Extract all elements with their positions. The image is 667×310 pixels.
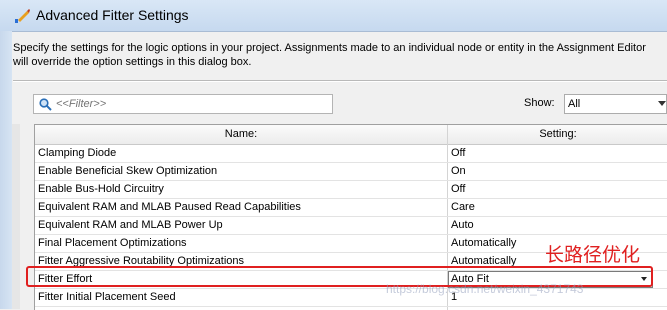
row-name: Equivalent RAM and MLAB Power Up [38, 219, 223, 231]
app-icon [15, 9, 30, 23]
table-row[interactable]: Enable Beneficial Skew Optimization On [35, 163, 667, 181]
table-row[interactable]: Enable Bus-Hold Circuitry Off [35, 181, 667, 199]
row-name: Final Placement Optimizations [38, 237, 187, 249]
show-label: Show: [524, 97, 555, 109]
scrollbar[interactable] [12, 124, 20, 309]
row-name: Clamping Diode [38, 147, 117, 159]
show-dropdown-value: All [568, 98, 581, 110]
title-bar: Advanced Fitter Settings [0, 0, 667, 32]
search-icon [39, 98, 52, 111]
column-header-setting[interactable]: Setting: [448, 128, 667, 140]
filter-input[interactable] [56, 97, 326, 111]
filter-field[interactable] [33, 94, 333, 114]
show-dropdown[interactable]: All [564, 94, 667, 114]
watermark: https://blog.csdn.net/weixin_4371743 [386, 282, 584, 296]
chevron-down-icon [658, 101, 666, 106]
row-setting[interactable]: Auto [451, 219, 474, 231]
row-setting[interactable]: Off [451, 147, 465, 159]
description-text: Specify the settings for the logic optio… [13, 42, 646, 68]
window-frame-left [0, 31, 12, 309]
table-header: Name: Setting: [35, 125, 667, 145]
row-setting[interactable]: Off [451, 183, 465, 195]
table-row[interactable]: Equivalent RAM and MLAB Power Up Auto [35, 217, 667, 235]
annotation-label: 长路径优化 [545, 244, 641, 266]
row-setting[interactable]: On [451, 165, 466, 177]
table-row[interactable]: Clamping Diode Off [35, 145, 667, 163]
divider [13, 80, 667, 82]
column-header-name[interactable]: Name: [35, 128, 447, 140]
row-name: Enable Bus-Hold Circuitry [38, 183, 164, 195]
row-setting[interactable]: Automatically [451, 237, 516, 249]
row-name: Equivalent RAM and MLAB Paused Read Capa… [38, 201, 301, 213]
row-name: Enable Beneficial Skew Optimization [38, 165, 218, 177]
window-title: Advanced Fitter Settings [36, 7, 189, 23]
table-row[interactable]: Equivalent RAM and MLAB Paused Read Capa… [35, 199, 667, 217]
row-name: Fitter Initial Placement Seed [38, 291, 176, 303]
row-setting[interactable]: Care [451, 201, 475, 213]
